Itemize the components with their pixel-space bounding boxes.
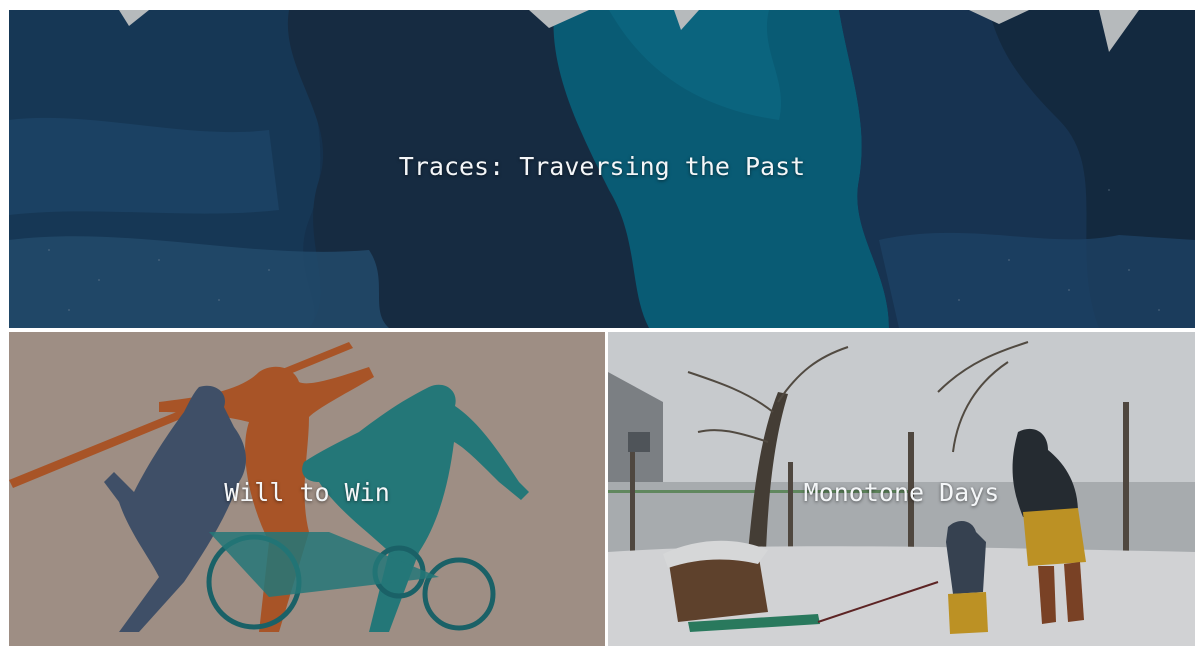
exhibition-title-traces: Traces: Traversing the Past <box>398 152 806 181</box>
exhibition-card-traces[interactable]: Traces: Traversing the Past <box>9 10 1195 328</box>
exhibition-card-monotone-days[interactable]: Monotone Days <box>608 332 1195 646</box>
exhibition-card-will-to-win[interactable]: Will to Win <box>9 332 605 646</box>
exhibition-title-will-to-win: Will to Win <box>224 478 390 507</box>
exhibition-gallery: Traces: Traversing the Past Will to Win <box>0 0 1195 646</box>
exhibition-title-monotone-days: Monotone Days <box>803 478 1000 507</box>
